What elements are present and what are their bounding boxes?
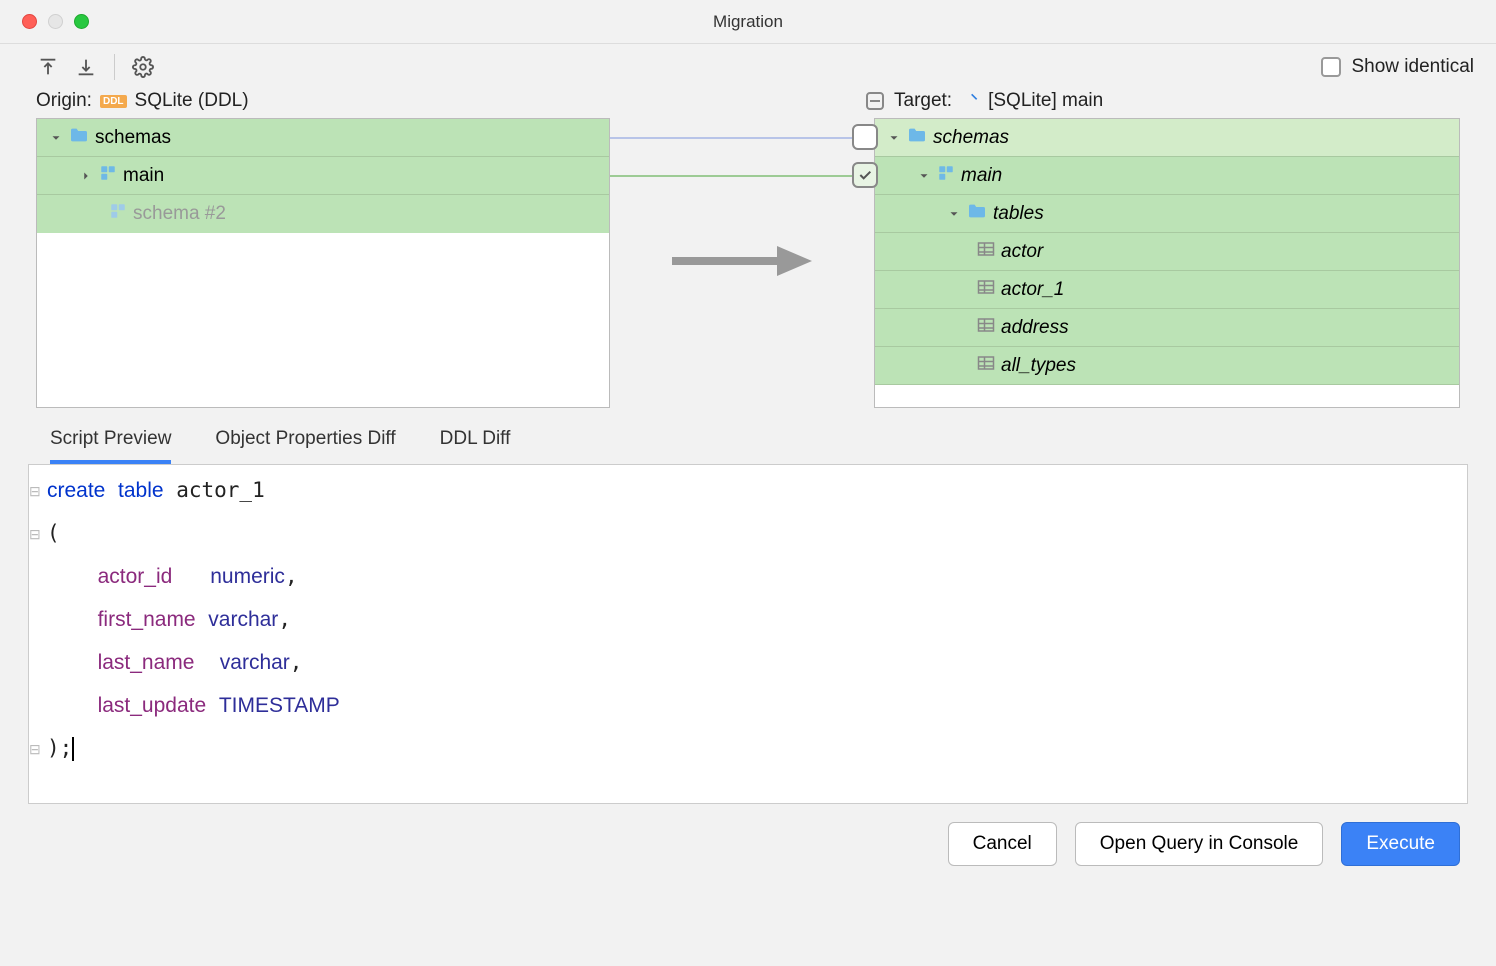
tab-script-preview[interactable]: Script Preview bbox=[50, 428, 171, 464]
tree-row-schema2[interactable]: schema #2 bbox=[37, 195, 609, 233]
show-identical-checkbox[interactable]: Show identical bbox=[1321, 56, 1474, 78]
tree-row-table[interactable]: address bbox=[875, 309, 1459, 347]
folder-icon bbox=[69, 127, 89, 149]
tree-row-main[interactable]: main bbox=[875, 157, 1459, 195]
collapse-icon[interactable] bbox=[866, 92, 884, 110]
table-icon bbox=[977, 241, 995, 263]
cancel-button[interactable]: Cancel bbox=[948, 822, 1057, 866]
collapse-all-icon[interactable] bbox=[36, 55, 60, 79]
checkbox-icon bbox=[1321, 57, 1341, 77]
folder-icon bbox=[907, 127, 927, 149]
tree-label: address bbox=[1001, 317, 1069, 339]
tree-row-schemas[interactable]: schemas bbox=[875, 119, 1459, 157]
folder-icon bbox=[967, 203, 987, 225]
toolbar: Show identical bbox=[0, 44, 1496, 90]
target-tree: schemas main tables actor actor_1address a… bbox=[874, 118, 1460, 408]
tabs: Script Preview Object Properties Diff DD… bbox=[0, 408, 1496, 464]
show-identical-label: Show identical bbox=[1351, 56, 1474, 78]
table-icon bbox=[977, 317, 995, 339]
chevron-down-icon[interactable] bbox=[49, 131, 63, 145]
chevron-right-icon[interactable] bbox=[79, 169, 93, 183]
tree-label: schemas bbox=[95, 127, 171, 149]
tree-row-schemas[interactable]: schemas bbox=[37, 119, 609, 157]
tree-row-tables[interactable]: tables bbox=[875, 195, 1459, 233]
tree-label: all_types bbox=[1001, 355, 1076, 377]
connector-lines bbox=[610, 130, 874, 210]
tree-label: schemas bbox=[933, 127, 1009, 149]
middle-area bbox=[610, 118, 874, 408]
schema-icon bbox=[937, 164, 955, 188]
tree-row-main[interactable]: main bbox=[37, 157, 609, 195]
tree-label: main bbox=[123, 165, 164, 187]
schema-icon bbox=[109, 202, 127, 226]
origin-source: SQLite (DDL) bbox=[135, 90, 249, 112]
tree-row-table[interactable]: actor_1 bbox=[875, 271, 1459, 309]
target-label: Target: bbox=[894, 90, 952, 112]
open-query-console-button[interactable]: Open Query in Console bbox=[1075, 822, 1324, 866]
table-icon bbox=[977, 355, 995, 377]
script-editor[interactable]: ⊟create table actor_1 ⊟( actor_id numeri… bbox=[28, 464, 1468, 804]
tree-label: actor_1 bbox=[1001, 279, 1064, 301]
origin-label-row: Origin: DDL SQLite (DDL) bbox=[36, 90, 856, 112]
panel-labels: Origin: DDL SQLite (DDL) Target: [SQLite… bbox=[0, 90, 1496, 112]
footer: Cancel Open Query in Console Execute bbox=[0, 804, 1496, 884]
origin-tree: schemas main schema #2 bbox=[36, 118, 610, 408]
table-icon bbox=[977, 279, 995, 301]
execute-button[interactable]: Execute bbox=[1341, 822, 1460, 866]
tab-object-properties-diff[interactable]: Object Properties Diff bbox=[215, 428, 395, 464]
origin-label: Origin: bbox=[36, 90, 92, 112]
target-source: [SQLite] main bbox=[988, 90, 1103, 112]
gear-icon[interactable] bbox=[131, 55, 155, 79]
tree-label: schema #2 bbox=[133, 203, 226, 225]
tree-row-table[interactable]: all_types bbox=[875, 347, 1459, 385]
expand-all-icon[interactable] bbox=[74, 55, 98, 79]
tree-row-table[interactable]: actor bbox=[875, 233, 1459, 271]
chevron-down-icon[interactable] bbox=[887, 131, 901, 145]
chevron-down-icon[interactable] bbox=[947, 207, 961, 221]
tree-label: tables bbox=[993, 203, 1044, 225]
chevron-down-icon[interactable] bbox=[917, 169, 931, 183]
diff-checkbox-checked[interactable] bbox=[852, 162, 878, 188]
toolbar-separator bbox=[114, 54, 115, 80]
titlebar: Migration bbox=[0, 0, 1496, 44]
ddl-badge-icon: DDL bbox=[100, 95, 127, 108]
diff-checkbox-unchecked[interactable] bbox=[852, 124, 878, 150]
datasource-icon bbox=[960, 91, 980, 111]
schema-icon bbox=[99, 164, 117, 188]
arrow-right-icon bbox=[672, 246, 812, 281]
window-title: Migration bbox=[0, 12, 1496, 32]
code-content: ⊟create table actor_1 ⊟( actor_id numeri… bbox=[29, 465, 1467, 774]
tree-label: main bbox=[961, 165, 1002, 187]
tree-label: actor bbox=[1001, 241, 1043, 263]
comparison-panels: schemas main schema #2 schemas bbox=[0, 118, 1496, 408]
tab-ddl-diff[interactable]: DDL Diff bbox=[440, 428, 511, 464]
target-label-row: Target: [SQLite] main bbox=[894, 90, 1460, 112]
